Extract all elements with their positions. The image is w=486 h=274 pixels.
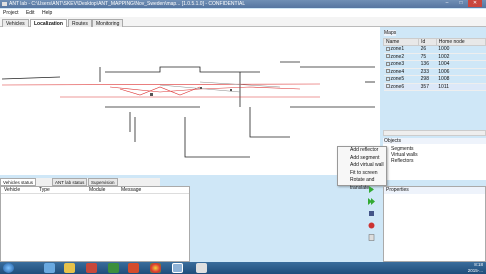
record-icon[interactable] — [368, 222, 375, 229]
menu-edit[interactable]: Edit — [26, 10, 35, 16]
maps-horizontal-scrollbar[interactable] — [383, 130, 486, 136]
row-checkbox[interactable] — [385, 69, 390, 74]
menu-item-rotate-translate[interactable]: Rotate and translate... — [338, 177, 386, 191]
maps-section-label: Maps — [384, 30, 397, 36]
menu-bar: Project Edit Help — [0, 9, 486, 17]
maps-table: Name Id Home node zone1 26 1000 zone2 75 100… — [382, 38, 486, 91]
close-button[interactable]: ✕ — [468, 0, 482, 7]
maps-col-home[interactable]: Home node — [435, 38, 486, 46]
menu-item-add-virtual-wall[interactable]: Add virtual wall — [338, 162, 386, 170]
tab-supervision[interactable]: Supervision — [88, 178, 118, 186]
play-icon[interactable] — [368, 186, 375, 193]
menu-item-add-reflector[interactable]: Add reflector — [338, 147, 386, 155]
object-reflectors[interactable]: Reflectors — [391, 158, 486, 164]
row-checkbox[interactable] — [385, 76, 390, 81]
maps-col-id[interactable]: Id — [418, 38, 437, 46]
system-clock[interactable]: 8:18 2015-... — [468, 262, 483, 274]
objects-panel: Objects Segments Virtual walls Reflector… — [383, 138, 486, 180]
document-icon[interactable] — [368, 234, 375, 241]
menu-item-fit-to-screen[interactable]: Fit to screen — [338, 170, 386, 178]
table-row[interactable]: zone2 75 1002 — [383, 53, 486, 61]
table-row[interactable]: zone1 26 1000 — [383, 45, 486, 54]
tab-routes[interactable]: Routes — [68, 19, 92, 27]
vehicle-status-panel: Vehicle Type Module Message — [0, 186, 190, 262]
row-checkbox[interactable] — [385, 84, 390, 89]
fast-forward-icon[interactable] — [368, 198, 375, 205]
properties-section-label: Properties — [384, 187, 485, 194]
chrome-icon[interactable] — [150, 263, 161, 273]
menu-help[interactable]: Help — [42, 10, 52, 16]
title-bar: ANT lab - C:\Users\ANT\SKEV\Desktop\ANT_… — [0, 0, 486, 8]
table-row[interactable]: zone4 233 1006 — [383, 68, 486, 76]
context-menu: Add reflector Add segment Add virtual wa… — [337, 146, 387, 191]
table-row[interactable]: zone5 298 1008 — [383, 75, 486, 84]
vehicle-col-message[interactable]: Message — [121, 187, 141, 194]
map-canvas[interactable] — [0, 27, 380, 175]
maps-col-name[interactable]: Name — [382, 38, 420, 46]
excel-icon[interactable] — [108, 263, 119, 273]
window-title: ANT lab - C:\Users\ANT\SKEV\Desktop\ANT_… — [9, 1, 246, 7]
vehicle-col-vehicle[interactable]: Vehicle — [4, 187, 20, 194]
maps-panel: Name Id Home node zone1 26 1000 zone2 75 100… — [382, 38, 486, 91]
tab-monitoring[interactable]: Monitoring — [92, 19, 124, 27]
row-checkbox[interactable] — [385, 61, 390, 66]
properties-panel: Properties — [383, 186, 486, 262]
vehicle-table-header: Vehicle Type Module Message — [1, 187, 189, 194]
menu-project[interactable]: Project — [3, 10, 19, 16]
action-buttons — [368, 186, 378, 246]
taskbar: 8:18 2015-... — [0, 262, 486, 274]
row-checkbox[interactable] — [385, 54, 390, 59]
row-checkbox[interactable] — [385, 46, 390, 51]
powerpoint-icon[interactable] — [128, 263, 139, 273]
ant-lab-taskbar-icon[interactable] — [172, 263, 183, 273]
tab-vehicles[interactable]: Vehicles — [2, 19, 29, 27]
stop-icon[interactable] — [368, 210, 375, 217]
tab-vehicles-status[interactable]: Vehicles status — [0, 178, 37, 186]
app-icon — [2, 2, 7, 6]
start-button-icon[interactable] — [3, 263, 14, 273]
vehicle-col-type[interactable]: Type — [39, 187, 50, 194]
map-drawing — [1, 61, 375, 158]
objects-section-label: Objects — [383, 138, 486, 144]
app-icon-red[interactable] — [86, 263, 97, 273]
table-row[interactable]: zone3 136 1004 — [383, 60, 486, 69]
menu-item-add-segment[interactable]: Add segment — [338, 155, 386, 163]
bottom-tabs: Vehicles status ANT lab status Supervisi… — [0, 178, 160, 186]
tab-ant-lab-status[interactable]: ANT lab status — [52, 178, 88, 186]
window-taskbar-icon[interactable] — [196, 263, 207, 273]
vehicle-col-module[interactable]: Module — [89, 187, 105, 194]
minimize-button[interactable]: – — [440, 0, 454, 7]
maximize-button[interactable]: □ — [454, 0, 468, 7]
explorer-icon[interactable] — [44, 263, 55, 273]
main-tabs: Vehicles Localization Routes Monitoring — [0, 17, 486, 28]
folder-icon[interactable] — [64, 263, 75, 273]
table-row[interactable]: zone6 357 1011 — [383, 83, 486, 91]
